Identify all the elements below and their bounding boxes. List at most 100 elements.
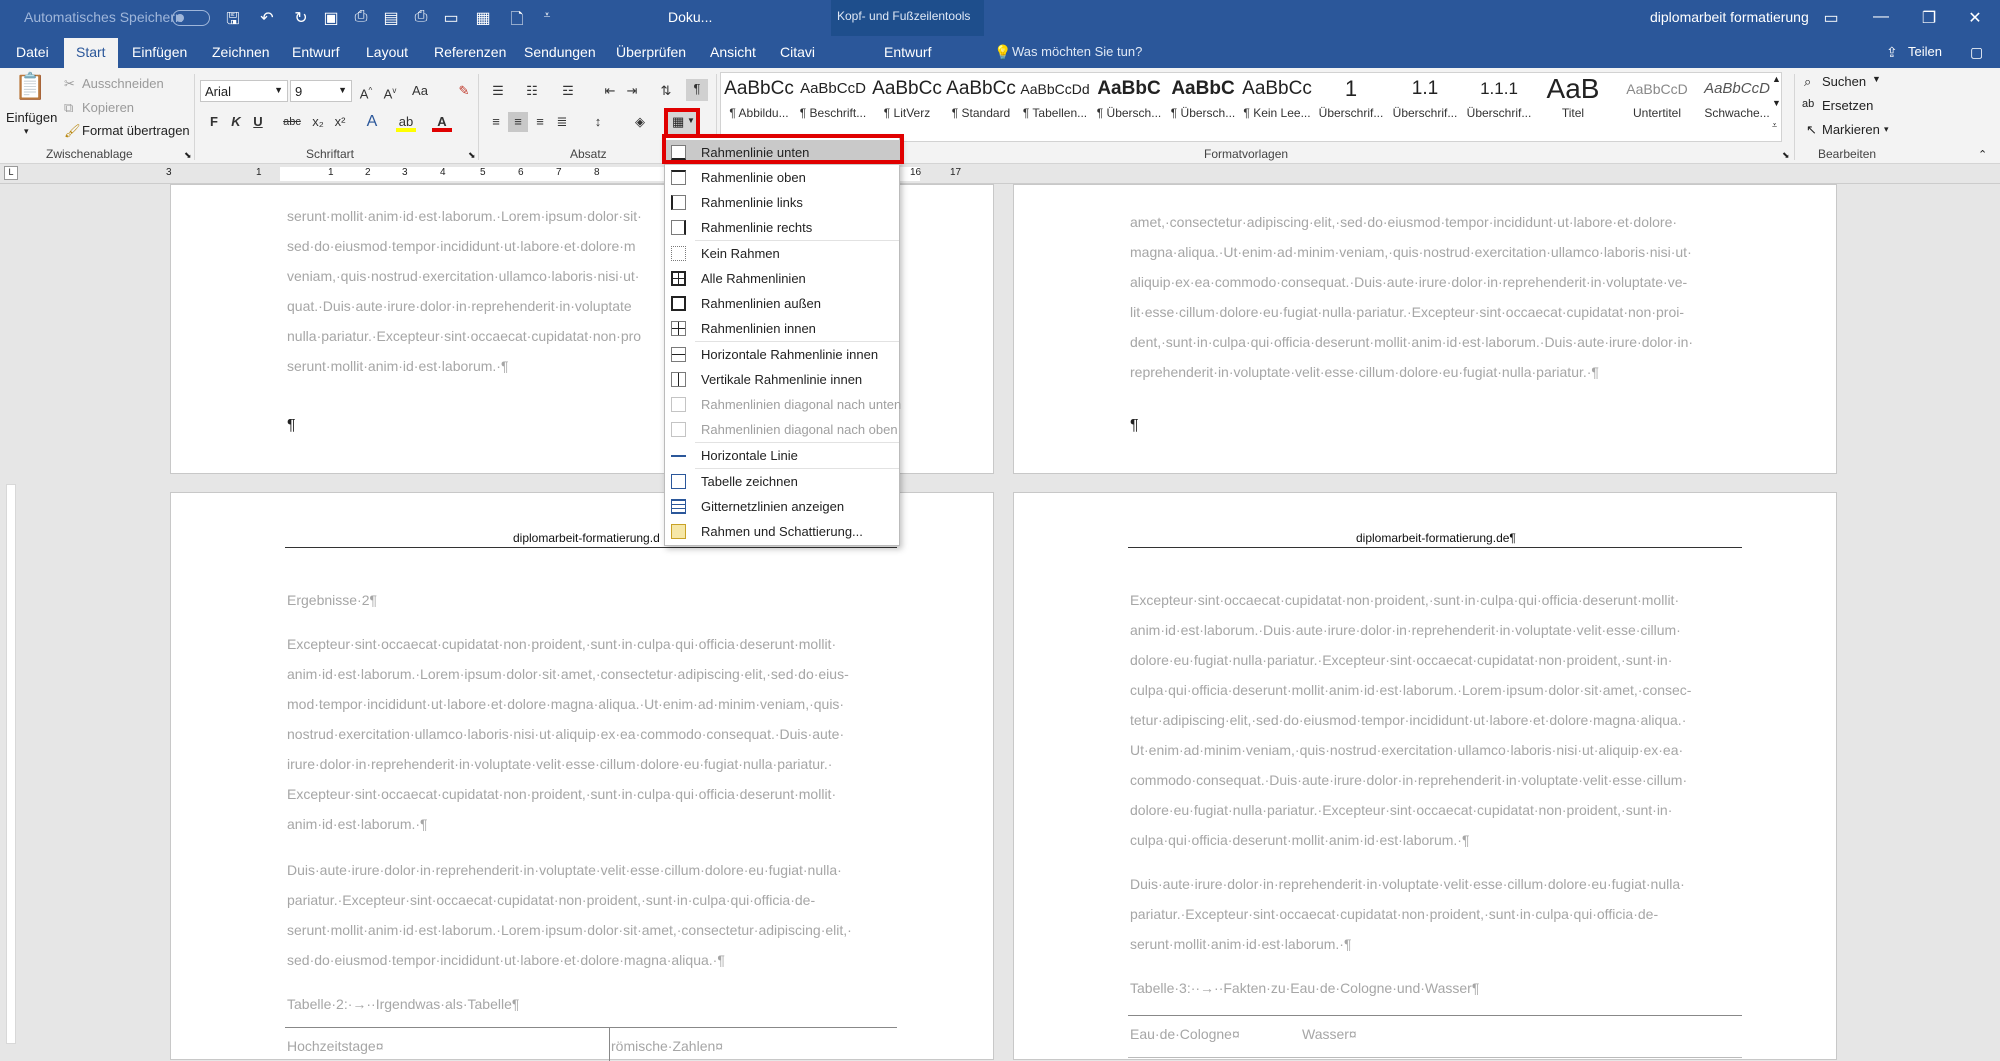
gallery-down-icon[interactable]: ▼ bbox=[1772, 98, 1781, 108]
tab-datei[interactable]: Datei bbox=[16, 44, 49, 60]
tab-context-entwurf[interactable]: Entwurf bbox=[884, 44, 931, 60]
menu-item-rahmenlinie-links[interactable]: Rahmenlinie links bbox=[665, 190, 901, 215]
clear-formatting-icon[interactable]: ✎ bbox=[454, 81, 474, 101]
italic-button[interactable]: K bbox=[226, 112, 246, 132]
tell-me-box[interactable]: Was möchten Sie tun? bbox=[1012, 44, 1142, 59]
menu-item-horizontale-linie[interactable]: Horizontale Linie bbox=[665, 443, 901, 468]
sort-icon[interactable]: ⇅ bbox=[656, 81, 676, 101]
style-titel[interactable]: AaB Titel bbox=[1536, 72, 1610, 138]
font-size-box[interactable]: 9 ▼ bbox=[290, 80, 352, 102]
menu-item-rahmenlinien-aussen[interactable]: Rahmenlinien außen bbox=[665, 291, 901, 316]
share-icon[interactable]: ⇪ bbox=[1886, 44, 1898, 61]
align-right-icon[interactable]: ≡ bbox=[530, 112, 550, 132]
style-abbildung[interactable]: AaBbCc ¶ Abbildu... bbox=[722, 72, 796, 138]
new-doc-icon[interactable]: 🗋 bbox=[506, 8, 528, 35]
menu-item-alle-rahmenlinien[interactable]: Alle Rahmenlinien bbox=[665, 266, 901, 291]
align-center-icon[interactable]: ≡ bbox=[508, 112, 528, 132]
tab-selector-icon[interactable]: L bbox=[4, 166, 18, 180]
close-icon[interactable]: ✕ bbox=[1964, 8, 1986, 28]
underline-button[interactable]: U bbox=[248, 112, 268, 132]
menu-item-rahmenlinien-innen[interactable]: Rahmenlinien innen bbox=[665, 316, 901, 341]
menu-item-rahmen-und-schattierung[interactable]: Rahmen und Schattierung... bbox=[665, 519, 901, 544]
show-marks-icon[interactable]: ¶ bbox=[686, 79, 708, 101]
gallery-up-icon[interactable]: ▲ bbox=[1772, 74, 1781, 84]
strikethrough-button[interactable]: abc bbox=[282, 112, 302, 132]
restore-icon[interactable]: ❐ bbox=[1918, 8, 1940, 28]
menu-item-kein-rahmen[interactable]: Kein Rahmen bbox=[665, 241, 901, 266]
print-icon[interactable]: ⎙ bbox=[410, 8, 432, 26]
style-standard[interactable]: AaBbCc ¶ Standard bbox=[944, 72, 1018, 138]
align-left-icon[interactable]: ≡ bbox=[486, 112, 506, 132]
tab-ueberpruefen[interactable]: Überprüfen bbox=[616, 44, 686, 60]
increase-indent-icon[interactable]: ⇥ bbox=[622, 81, 642, 101]
open-icon[interactable]: ▤ bbox=[380, 8, 402, 28]
grow-font-icon[interactable]: A^ bbox=[356, 81, 376, 101]
menu-item-diagonal-nach-unten[interactable]: Rahmenlinien diagonal nach unten bbox=[665, 392, 901, 417]
tab-einfuegen[interactable]: Einfügen bbox=[132, 44, 187, 60]
find-button[interactable]: Suchen bbox=[1822, 74, 1866, 89]
tab-layout[interactable]: Layout bbox=[366, 44, 408, 60]
page-4[interactable]: diplomarbeit-formatierung.de¶ Excepteur·… bbox=[1013, 492, 1837, 1060]
style-schwache-hervorhebung[interactable]: AaBbCcD Schwache... bbox=[1700, 72, 1774, 138]
paste-dropdown-icon[interactable]: ▾ bbox=[24, 126, 29, 137]
print-preview-icon[interactable]: ⎙ bbox=[350, 8, 372, 26]
ribbon-display-icon[interactable]: ▭ bbox=[1820, 8, 1842, 28]
copy-button[interactable]: Kopieren bbox=[82, 100, 134, 115]
styles-launcher-icon[interactable]: ⬊ bbox=[1782, 150, 1790, 161]
tab-sendungen[interactable]: Sendungen bbox=[524, 44, 596, 60]
select-button[interactable]: Markieren bbox=[1822, 122, 1880, 137]
tab-referenzen[interactable]: Referenzen bbox=[434, 44, 506, 60]
style-untertitel[interactable]: AaBbCcD Untertitel bbox=[1620, 72, 1694, 138]
justify-icon[interactable]: ≣ bbox=[552, 112, 572, 132]
save-icon[interactable]: 🖫 bbox=[222, 8, 244, 35]
undo-icon[interactable]: ↶ bbox=[256, 8, 278, 28]
superscript-button[interactable]: x² bbox=[330, 112, 350, 132]
change-case-button[interactable]: Aa bbox=[410, 81, 430, 101]
quick-access-icon[interactable]: ▣ bbox=[320, 8, 342, 28]
style-ueberschrift-a[interactable]: AaBbC ¶ Übersch... bbox=[1092, 72, 1166, 138]
font-color-icon[interactable]: A bbox=[432, 112, 452, 132]
menu-item-diagonal-nach-oben[interactable]: Rahmenlinien diagonal nach oben bbox=[665, 417, 901, 442]
menu-item-horizontale-rahmenlinie-innen[interactable]: Horizontale Rahmenlinie innen bbox=[665, 342, 901, 367]
highlight-icon[interactable]: ab bbox=[396, 112, 416, 132]
style-beschriftung[interactable]: AaBbCcD ¶ Beschrift... bbox=[796, 72, 870, 138]
chevron-down-icon[interactable]: ▾ bbox=[1884, 124, 1889, 135]
customize-qat-icon[interactable]: ⩡ bbox=[536, 8, 558, 23]
style-ueberschrift-2[interactable]: 1.1 Überschrif... bbox=[1388, 72, 1462, 138]
tab-entwurf[interactable]: Entwurf bbox=[292, 44, 339, 60]
paste-button[interactable]: Einfügen bbox=[6, 110, 57, 125]
table-icon[interactable]: ▦ bbox=[472, 8, 494, 28]
paste-icon[interactable]: 📋 bbox=[14, 73, 46, 110]
vertical-ruler[interactable] bbox=[0, 184, 20, 1060]
multilevel-list-icon[interactable]: ☲ bbox=[558, 81, 578, 101]
minimize-icon[interactable]: — bbox=[1870, 8, 1892, 26]
style-kein-leerraum[interactable]: AaBbCc ¶ Kein Lee... bbox=[1240, 72, 1314, 138]
autosave-toggle[interactable] bbox=[172, 10, 210, 26]
horizontal-ruler[interactable]: L 3 1 1 2 3 4 5 6 7 8 16 17 bbox=[0, 164, 2000, 184]
gallery-more-icon[interactable]: ⩡ bbox=[1772, 120, 1777, 131]
style-litverz[interactable]: AaBbCc ¶ LitVerz bbox=[870, 72, 944, 138]
font-name-box[interactable]: Arial ▼ bbox=[200, 80, 288, 102]
clipboard-launcher-icon[interactable]: ⬊ bbox=[184, 150, 192, 161]
menu-item-gitternetzlinien-anzeigen[interactable]: Gitternetzlinien anzeigen bbox=[665, 494, 901, 519]
menu-item-rahmenlinie-rechts[interactable]: Rahmenlinie rechts bbox=[665, 215, 901, 240]
menu-item-vertikale-rahmenlinie-innen[interactable]: Vertikale Rahmenlinie innen bbox=[665, 367, 901, 392]
replace-button[interactable]: Ersetzen bbox=[1822, 98, 1873, 113]
menu-item-tabelle-zeichnen[interactable]: Tabelle zeichnen bbox=[665, 469, 901, 494]
tab-start[interactable]: Start bbox=[64, 38, 118, 68]
subscript-button[interactable]: x₂ bbox=[308, 112, 328, 132]
format-painter-button[interactable]: Format übertragen bbox=[82, 123, 190, 138]
share-button[interactable]: Teilen bbox=[1908, 44, 1942, 59]
redo-icon[interactable]: ↻ bbox=[290, 8, 312, 28]
chevron-down-icon[interactable]: ▼ bbox=[1872, 74, 1881, 84]
tab-zeichnen[interactable]: Zeichnen bbox=[212, 44, 270, 60]
shading-icon[interactable]: ◈ bbox=[630, 112, 650, 132]
style-ueberschrift-1[interactable]: 1 Überschrif... bbox=[1314, 72, 1388, 138]
text-effects-icon[interactable]: A bbox=[362, 112, 382, 132]
decrease-indent-icon[interactable]: ⇤ bbox=[600, 81, 620, 101]
page-2[interactable]: amet,·consectetur·adipiscing·elit,·sed·d… bbox=[1013, 184, 1837, 474]
tab-ansicht[interactable]: Ansicht bbox=[710, 44, 756, 60]
cut-button[interactable]: Ausschneiden bbox=[82, 76, 164, 91]
style-ueberschrift-b[interactable]: AaBbC ¶ Übersch... bbox=[1166, 72, 1240, 138]
comments-icon[interactable]: ▢ bbox=[1970, 44, 1983, 61]
